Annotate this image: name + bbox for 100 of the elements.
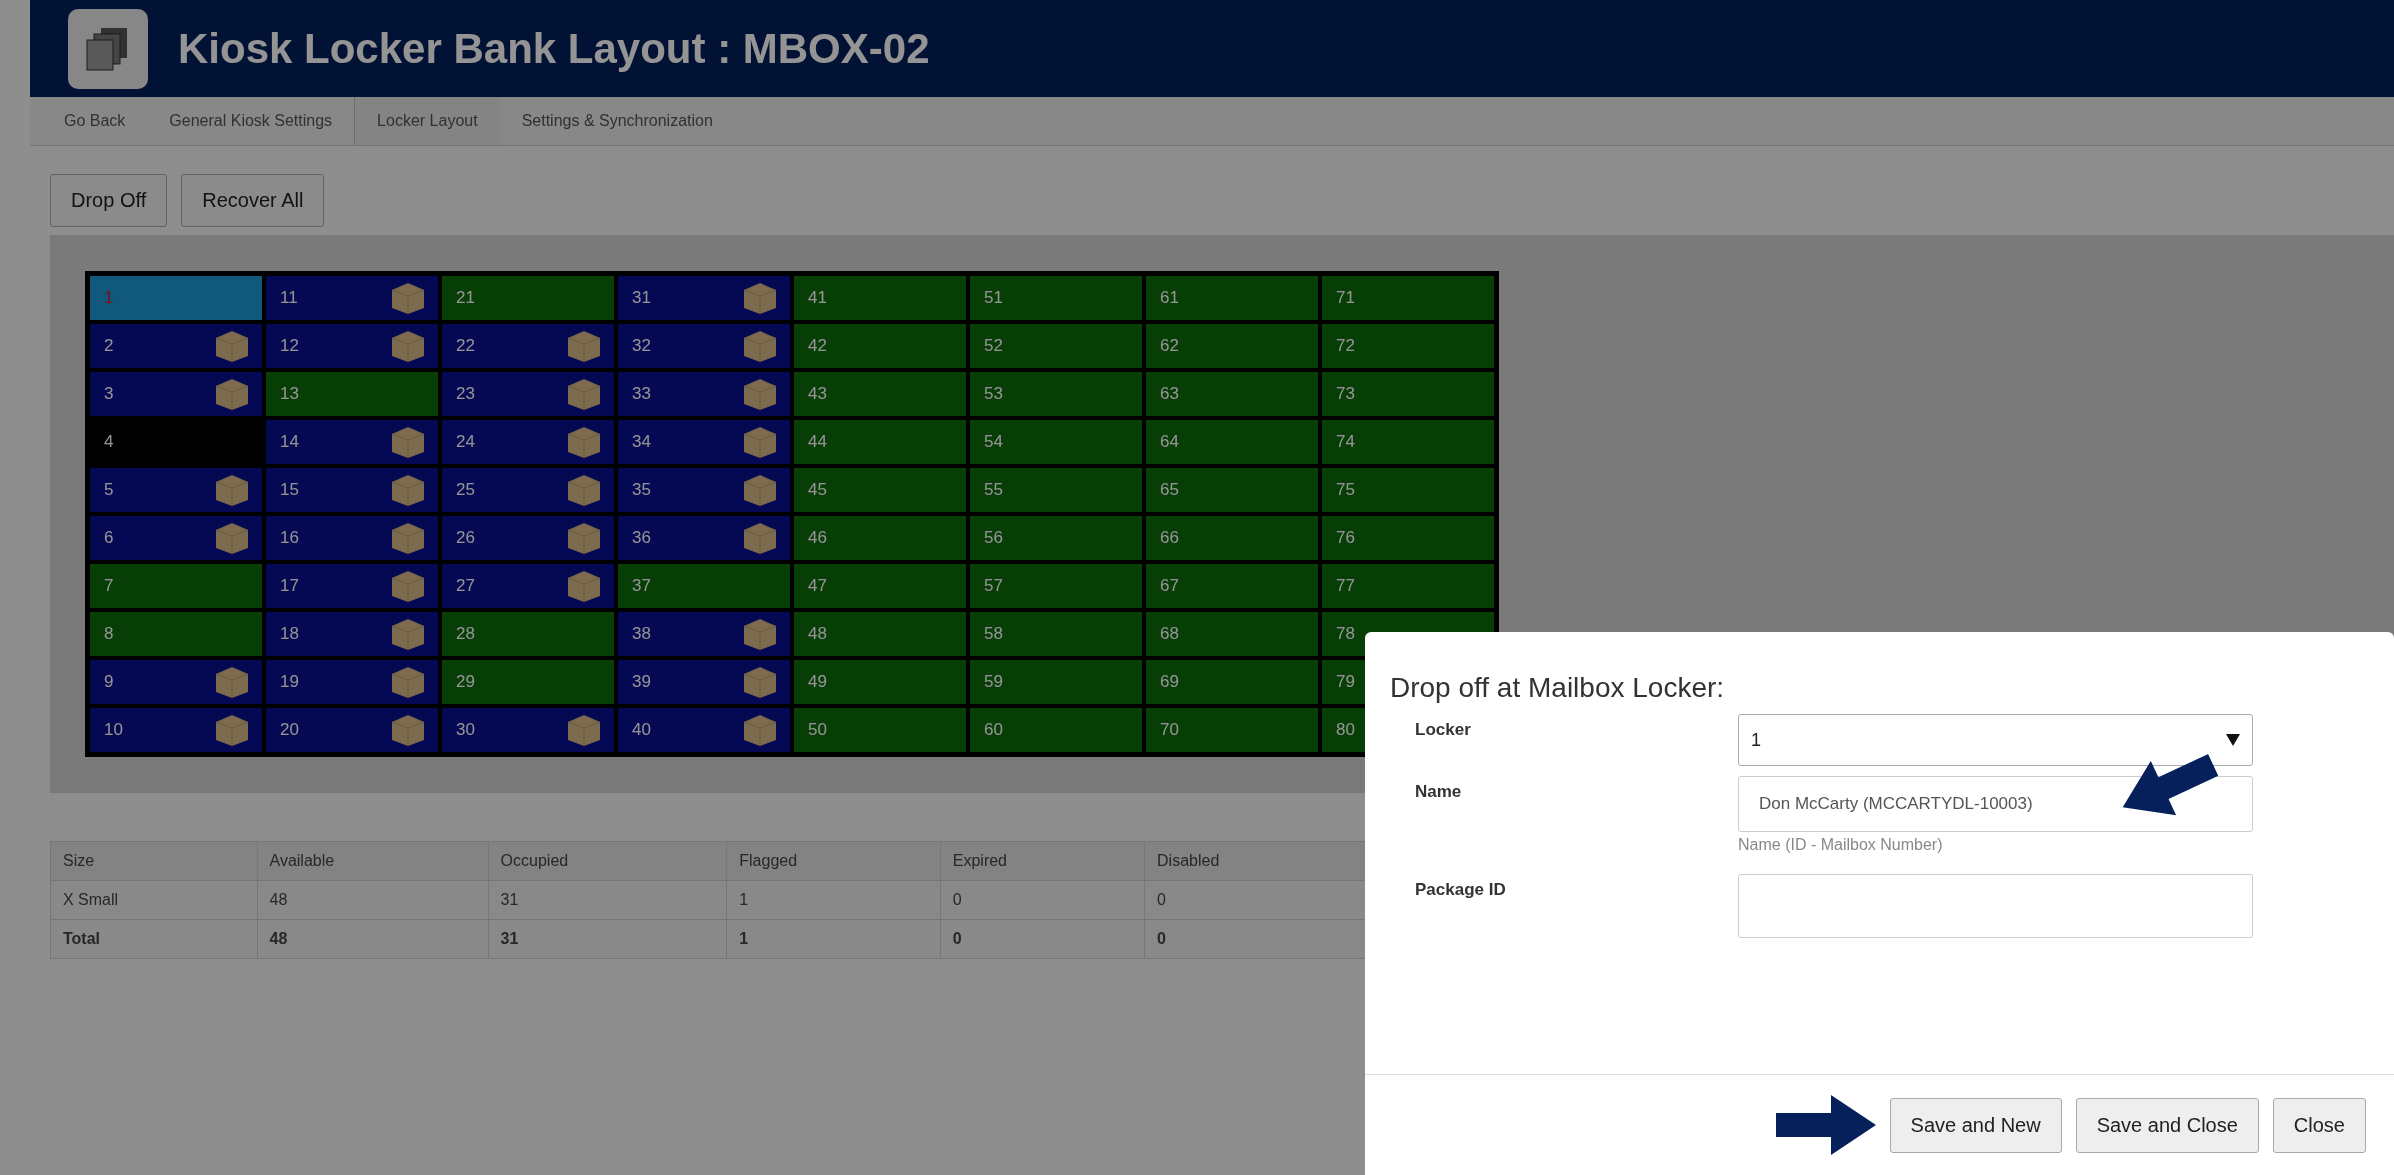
locker-cell[interactable]: 69 bbox=[1144, 658, 1320, 706]
locker-cell[interactable]: 11 bbox=[264, 274, 440, 322]
locker-cell[interactable]: 7 bbox=[88, 562, 264, 610]
locker-cell[interactable]: 40 bbox=[616, 706, 792, 754]
locker-cell[interactable]: 9 bbox=[88, 658, 264, 706]
package-id-input[interactable] bbox=[1738, 874, 2253, 938]
locker-cell[interactable]: 52 bbox=[968, 322, 1144, 370]
locker-cell[interactable]: 23 bbox=[440, 370, 616, 418]
locker-cell[interactable]: 65 bbox=[1144, 466, 1320, 514]
table-cell: 48 bbox=[257, 880, 489, 920]
locker-cell[interactable]: 77 bbox=[1320, 562, 1496, 610]
locker-number: 12 bbox=[280, 336, 299, 356]
locker-cell[interactable]: 15 bbox=[264, 466, 440, 514]
locker-cell[interactable]: 22 bbox=[440, 322, 616, 370]
locker-cell[interactable]: 17 bbox=[264, 562, 440, 610]
field-label: Locker bbox=[1415, 719, 1472, 741]
locker-cell[interactable]: 59 bbox=[968, 658, 1144, 706]
locker-number: 35 bbox=[632, 480, 651, 500]
locker-cell[interactable]: 25 bbox=[440, 466, 616, 514]
locker-cell[interactable]: 73 bbox=[1320, 370, 1496, 418]
locker-cell[interactable]: 67 bbox=[1144, 562, 1320, 610]
locker-cell[interactable]: 14 bbox=[264, 418, 440, 466]
locker-cell[interactable]: 66 bbox=[1144, 514, 1320, 562]
action-button[interactable]: Recover All bbox=[181, 174, 325, 227]
dialog-button[interactable]: Save and Close bbox=[2075, 1097, 2259, 1153]
locker-cell[interactable]: 19 bbox=[264, 658, 440, 706]
locker-cell[interactable]: 8 bbox=[88, 610, 264, 658]
locker-cell[interactable]: 36 bbox=[616, 514, 792, 562]
locker-cell[interactable]: 64 bbox=[1144, 418, 1320, 466]
locker-cell[interactable]: 31 bbox=[616, 274, 792, 322]
locker-cell[interactable]: 6 bbox=[88, 514, 264, 562]
locker-cell[interactable]: 39 bbox=[616, 658, 792, 706]
locker-number: 38 bbox=[632, 624, 651, 644]
locker-cell[interactable]: 28 bbox=[440, 610, 616, 658]
locker-cell[interactable]: 53 bbox=[968, 370, 1144, 418]
locker-cell[interactable]: 29 bbox=[440, 658, 616, 706]
locker-cell[interactable]: 63 bbox=[1144, 370, 1320, 418]
locker-cell[interactable]: 34 bbox=[616, 418, 792, 466]
locker-cell[interactable]: 76 bbox=[1320, 514, 1496, 562]
locker-cell[interactable]: 71 bbox=[1320, 274, 1496, 322]
nav-link[interactable]: General Kiosk Settings bbox=[147, 97, 355, 145]
locker-cell[interactable]: 61 bbox=[1144, 274, 1320, 322]
locker-cell[interactable]: 33 bbox=[616, 370, 792, 418]
locker-cell[interactable]: 55 bbox=[968, 466, 1144, 514]
locker-number: 30 bbox=[456, 720, 475, 740]
locker-number: 60 bbox=[984, 720, 1003, 740]
locker-cell[interactable]: 45 bbox=[792, 466, 968, 514]
locker-cell[interactable]: 58 bbox=[968, 610, 1144, 658]
locker-cell[interactable]: 70 bbox=[1144, 706, 1320, 754]
nav-link[interactable]: Locker Layout bbox=[354, 97, 500, 145]
locker-cell[interactable]: 56 bbox=[968, 514, 1144, 562]
locker-cell[interactable]: 44 bbox=[792, 418, 968, 466]
locker-number: 39 bbox=[632, 672, 651, 692]
locker-cell[interactable]: 38 bbox=[616, 610, 792, 658]
locker-cell[interactable]: 50 bbox=[792, 706, 968, 754]
locker-cell[interactable]: 27 bbox=[440, 562, 616, 610]
dialog-button[interactable]: Close bbox=[2272, 1097, 2366, 1153]
locker-number: 48 bbox=[808, 624, 827, 644]
action-button[interactable]: Drop Off bbox=[50, 174, 168, 227]
locker-cell[interactable]: 74 bbox=[1320, 418, 1496, 466]
locker-cell[interactable]: 20 bbox=[264, 706, 440, 754]
locker-cell[interactable]: 16 bbox=[264, 514, 440, 562]
locker-number: 34 bbox=[632, 432, 651, 452]
locker-cell[interactable]: 13 bbox=[264, 370, 440, 418]
locker-cell[interactable]: 26 bbox=[440, 514, 616, 562]
locker-cell[interactable]: 42 bbox=[792, 322, 968, 370]
locker-cell[interactable]: 21 bbox=[440, 274, 616, 322]
locker-cell[interactable]: 10 bbox=[88, 706, 264, 754]
locker-cell[interactable]: 32 bbox=[616, 322, 792, 370]
locker-cell[interactable]: 68 bbox=[1144, 610, 1320, 658]
locker-cell[interactable]: 57 bbox=[968, 562, 1144, 610]
locker-cell[interactable]: 75 bbox=[1320, 466, 1496, 514]
dialog-button[interactable]: Save and New bbox=[1889, 1097, 2062, 1153]
locker-cell[interactable]: 47 bbox=[792, 562, 968, 610]
locker-cell[interactable]: 35 bbox=[616, 466, 792, 514]
locker-cell[interactable]: 51 bbox=[968, 274, 1144, 322]
locker-cell[interactable]: 24 bbox=[440, 418, 616, 466]
locker-cell[interactable]: 37 bbox=[616, 562, 792, 610]
locker-cell[interactable]: 49 bbox=[792, 658, 968, 706]
locker-cell[interactable]: 2 bbox=[88, 322, 264, 370]
name-input[interactable]: Don McCarty (MCCARTYDL-10003) bbox=[1738, 776, 2253, 832]
locker-cell[interactable]: 5 bbox=[88, 466, 264, 514]
table-cell: 48 bbox=[257, 919, 489, 959]
locker-select[interactable]: 1 bbox=[1738, 714, 2253, 766]
locker-cell[interactable]: 41 bbox=[792, 274, 968, 322]
locker-cell[interactable]: 18 bbox=[264, 610, 440, 658]
locker-cell[interactable]: 3 bbox=[88, 370, 264, 418]
locker-cell[interactable]: 60 bbox=[968, 706, 1144, 754]
nav-link[interactable]: Go Back bbox=[42, 97, 148, 145]
locker-number: 17 bbox=[280, 576, 299, 596]
locker-cell[interactable]: 54 bbox=[968, 418, 1144, 466]
locker-number: 73 bbox=[1336, 384, 1355, 404]
locker-cell[interactable]: 46 bbox=[792, 514, 968, 562]
locker-cell[interactable]: 30 bbox=[440, 706, 616, 754]
locker-cell[interactable]: 12 bbox=[264, 322, 440, 370]
locker-cell[interactable]: 48 bbox=[792, 610, 968, 658]
nav-link[interactable]: Settings & Synchronization bbox=[499, 97, 735, 145]
locker-cell[interactable]: 43 bbox=[792, 370, 968, 418]
locker-cell[interactable]: 62 bbox=[1144, 322, 1320, 370]
locker-cell[interactable]: 72 bbox=[1320, 322, 1496, 370]
